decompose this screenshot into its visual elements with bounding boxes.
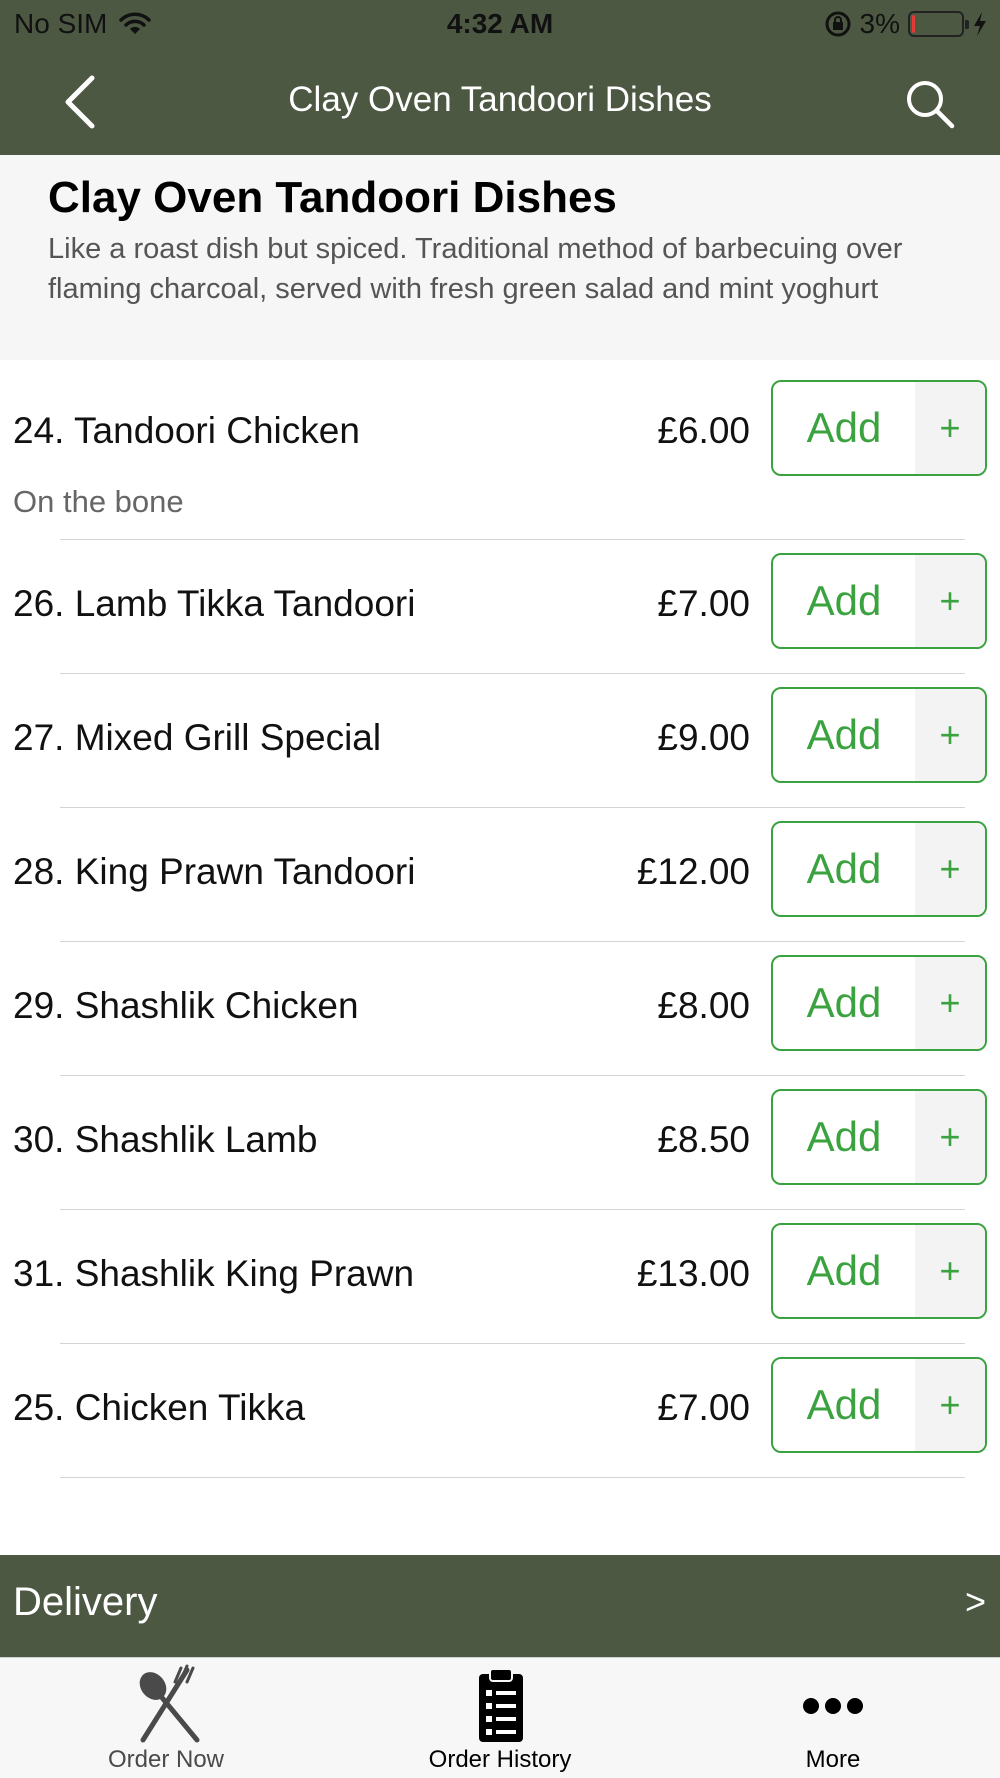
menu-list: 24. Tandoori Chicken On the bone £6.00 Add +… xyxy=(0,360,1000,1478)
category-header: Clay Oven Tandoori Dishes Like a roast d… xyxy=(0,155,1000,360)
item-price: £8.00 xyxy=(657,985,750,1026)
tab-order-now[interactable]: Order Now xyxy=(66,1658,266,1778)
item-price: £7.00 xyxy=(657,583,750,624)
item-description: On the bone xyxy=(13,484,184,519)
add-button[interactable]: Add + xyxy=(771,1089,987,1185)
item-name: 30. Shashlik Lamb xyxy=(13,1119,318,1160)
add-button[interactable]: Add + xyxy=(771,1223,987,1319)
charging-bolt-icon xyxy=(974,12,986,36)
menu-item: 24. Tandoori Chicken On the bone £6.00 Add + xyxy=(0,360,1000,540)
clipboard-list-icon xyxy=(479,1668,523,1742)
add-button-label: Add xyxy=(806,404,882,451)
more-dots-icon xyxy=(803,1698,863,1714)
item-price: £7.00 xyxy=(657,1387,750,1428)
item-name: 28. King Prawn Tandoori xyxy=(13,851,416,892)
item-price: £12.00 xyxy=(636,851,750,892)
add-button[interactable]: Add + xyxy=(771,1357,987,1453)
add-button-label: Add xyxy=(806,1247,882,1294)
item-price: £9.00 xyxy=(657,717,750,758)
tab-more[interactable]: More xyxy=(733,1658,933,1778)
tab-order-history[interactable]: Order History xyxy=(400,1658,600,1778)
menu-item: 29. Shashlik Chicken £8.00 Add + xyxy=(0,942,1000,1076)
delivery-label: Delivery xyxy=(13,1580,158,1624)
rotation-lock-icon xyxy=(825,11,851,37)
battery-percent: 3% xyxy=(859,8,900,39)
menu-item: 30. Shashlik Lamb £8.50 Add + xyxy=(0,1076,1000,1210)
plus-icon: + xyxy=(915,957,985,1049)
tab-label-order-now: Order Now xyxy=(107,1746,225,1773)
item-name: 29. Shashlik Chicken xyxy=(13,985,359,1026)
menu-item: 31. Shashlik King Prawn £13.00 Add + xyxy=(0,1210,1000,1344)
status-bar: No SIM 4:32 AM 3% xyxy=(0,0,1000,50)
menu-item: 26. Lamb Tikka Tandoori £7.00 Add + xyxy=(0,540,1000,674)
add-button-label: Add xyxy=(806,1381,882,1428)
menu-item: 27. Mixed Grill Special £9.00 Add + xyxy=(0,674,1000,808)
add-button[interactable]: Add + xyxy=(771,553,987,649)
chevron-right-icon: > xyxy=(964,1581,986,1622)
add-button-label: Add xyxy=(806,979,882,1026)
add-button[interactable]: Add + xyxy=(771,687,987,783)
item-price: £13.00 xyxy=(636,1253,750,1294)
delivery-bar[interactable]: Delivery > xyxy=(0,1555,1000,1657)
tab-label-order-history: Order History xyxy=(428,1746,572,1773)
battery-level xyxy=(912,15,915,33)
battery-icon xyxy=(908,11,969,37)
add-button-label: Add xyxy=(806,711,882,758)
menu-item: 28. King Prawn Tandoori £12.00 Add + xyxy=(0,808,1000,942)
item-name: 25. Chicken Tikka xyxy=(13,1387,306,1428)
add-button-label: Add xyxy=(806,1113,882,1160)
category-description: Like a roast dish but spiced. Traditiona… xyxy=(48,233,903,305)
add-button-label: Add xyxy=(806,845,882,892)
add-button-label: Add xyxy=(806,577,882,624)
plus-icon: + xyxy=(915,1091,985,1183)
item-name: 27. Mixed Grill Special xyxy=(13,717,382,758)
add-button[interactable]: Add + xyxy=(771,380,987,476)
tab-bar: Order Now Order History More xyxy=(0,1657,1000,1778)
plus-icon: + xyxy=(915,1359,985,1451)
plus-icon: + xyxy=(915,689,985,781)
status-right: 3% xyxy=(824,8,988,40)
plus-icon: + xyxy=(915,823,985,915)
item-name: 26. Lamb Tikka Tandoori xyxy=(13,583,416,624)
page-title: Clay Oven Tandoori Dishes xyxy=(288,80,712,119)
tab-label-more: More xyxy=(805,1746,861,1773)
item-price: £6.00 xyxy=(657,410,750,451)
item-price: £8.50 xyxy=(657,1119,750,1160)
plus-icon: + xyxy=(915,555,985,647)
plus-icon: + xyxy=(915,382,985,474)
add-button[interactable]: Add + xyxy=(771,955,987,1051)
item-name: 31. Shashlik King Prawn xyxy=(13,1253,415,1294)
nav-bar: Clay Oven Tandoori Dishes xyxy=(0,50,1000,155)
item-name: 24. Tandoori Chicken xyxy=(13,410,360,451)
fork-spoon-icon xyxy=(139,1664,200,1743)
category-title: Clay Oven Tandoori Dishes xyxy=(48,173,617,222)
menu-item: 25. Chicken Tikka £7.00 Add + xyxy=(0,1344,1000,1478)
plus-icon: + xyxy=(915,1225,985,1317)
add-button[interactable]: Add + xyxy=(771,821,987,917)
search-icon[interactable] xyxy=(902,76,958,132)
